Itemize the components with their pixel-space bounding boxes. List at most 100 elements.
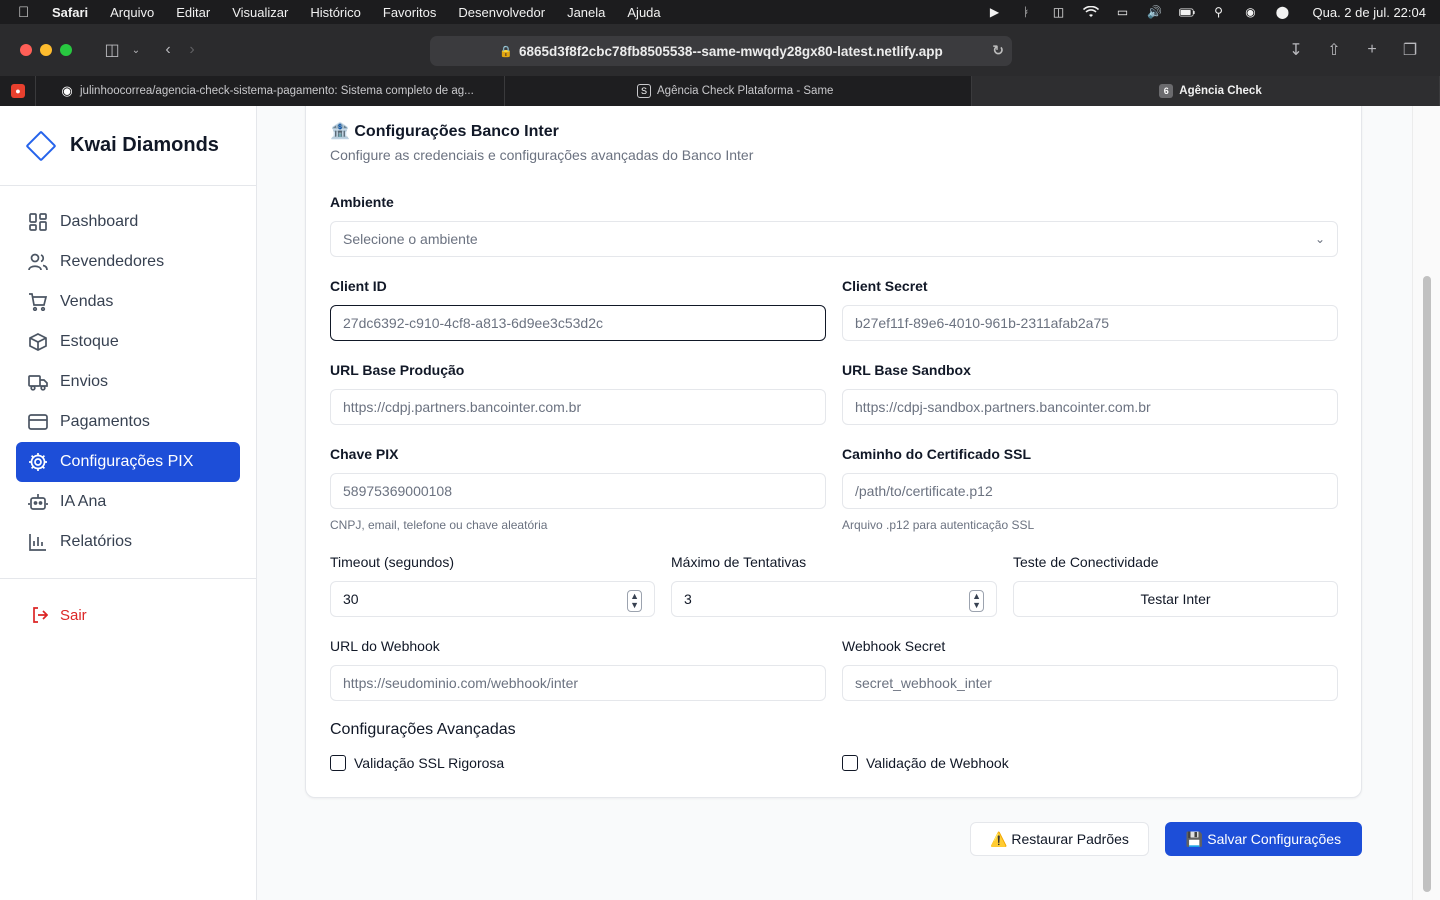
control-center-icon[interactable]: ◉ <box>1243 4 1259 20</box>
toolbar-right-actions: ↧ ⇧ + ❐ <box>1284 38 1422 62</box>
browser-toolbar: ◫ ⌄ ‹ › 🔒 6865d3f8f2cbc78fb8505538--same… <box>0 24 1440 76</box>
same-favicon-icon: S <box>637 84 651 98</box>
page-scrollbar[interactable] <box>1412 106 1440 900</box>
checkbox-box[interactable] <box>842 755 858 771</box>
pix-key-label: Chave PIX <box>330 446 399 462</box>
max-retries-input[interactable]: 3 ▲ ▼ <box>671 581 997 617</box>
volume-icon[interactable]: 🔊 <box>1147 4 1163 20</box>
back-icon[interactable]: ‹ <box>156 38 180 62</box>
sidebar-toggle-icon[interactable]: ◫ <box>100 38 124 62</box>
ambiente-select-placeholder: Selecione o ambiente <box>343 231 478 247</box>
menu-historico[interactable]: Histórico <box>310 5 361 20</box>
tab-overview-icon[interactable]: ❐ <box>1398 38 1422 62</box>
siri-icon[interactable]: ⬤ <box>1275 4 1291 20</box>
logout-label: Sair <box>60 606 87 624</box>
menu-editar[interactable]: Editar <box>176 5 210 20</box>
url-prod-input[interactable]: https://cdpj.partners.bancointer.com.br <box>330 389 826 425</box>
sidebar-item-envios[interactable]: Envios <box>16 362 240 402</box>
menu-desenvolvedor[interactable]: Desenvolvedor <box>458 5 545 20</box>
apple-icon[interactable]:  <box>18 4 34 21</box>
sidebar-item-configuracoes-pix[interactable]: Configurações PIX <box>16 442 240 482</box>
sidebar-item-vendas[interactable]: Vendas <box>16 282 240 322</box>
cart-icon <box>28 292 48 312</box>
restore-defaults-button[interactable]: ⚠️ Restaurar Padrões <box>970 822 1149 856</box>
chevron-down-icon[interactable]: ⌄ <box>124 38 148 62</box>
battery-icon[interactable] <box>1178 4 1195 20</box>
sidebar-item-label: Envios <box>60 373 109 390</box>
sidebar-item-pagamentos[interactable]: Pagamentos <box>16 402 240 442</box>
ssl-strict-checkbox[interactable]: Validação SSL Rigorosa <box>330 755 504 771</box>
menubar-clock[interactable]: Qua. 2 de jul. 22:04 <box>1313 5 1426 20</box>
cert-path-hint: Arquivo .p12 para autenticação SSL <box>842 518 1035 532</box>
address-bar[interactable]: 🔒 6865d3f8f2cbc78fb8505538--same-mwqdy28… <box>430 36 1012 66</box>
max-retries-label: Máximo de Tentativas <box>671 554 807 570</box>
brand: Kwai Diamonds <box>0 106 256 186</box>
menu-visualizar[interactable]: Visualizar <box>232 5 288 20</box>
tab-same-platform[interactable]: S Agência Check Plataforma - Same <box>505 76 972 106</box>
webhook-validation-checkbox[interactable]: Validação de Webhook <box>842 755 1009 771</box>
sidebar-item-dashboard[interactable]: Dashboard <box>16 202 240 242</box>
minimize-window-button[interactable] <box>40 44 52 56</box>
timeout-label: Timeout (segundos) <box>330 554 454 570</box>
client-id-label: Client ID <box>330 278 387 294</box>
save-settings-button[interactable]: 💾 Salvar Configurações <box>1165 822 1362 856</box>
sidebar-item-relatorios[interactable]: Relatórios <box>16 522 240 562</box>
truck-icon <box>28 372 48 392</box>
timeout-input[interactable]: 30 ▲ ▼ <box>330 581 655 617</box>
max-retries-value: 3 <box>684 591 692 607</box>
address-bar-url: 6865d3f8f2cbc78fb8505538--same-mwqdy28gx… <box>519 43 943 59</box>
stepper-icon[interactable]: ▲ ▼ <box>969 590 984 612</box>
spotlight-search-icon[interactable]: ⚲ <box>1211 4 1227 20</box>
stepper-icon[interactable]: ▲ ▼ <box>627 590 642 612</box>
download-icon[interactable]: ↧ <box>1284 38 1308 62</box>
menu-app-safari[interactable]: Safari <box>52 5 88 20</box>
sidebar-item-revendedores[interactable]: Revendedores <box>16 242 240 282</box>
webhook-secret-input[interactable]: secret_webhook_inter <box>842 665 1338 701</box>
sidebar-item-label: Revendedores <box>60 253 165 270</box>
share-icon[interactable]: ⇧ <box>1322 38 1346 62</box>
zoom-window-button[interactable] <box>60 44 72 56</box>
bluetooth-icon[interactable]: ᛓ <box>1019 4 1035 20</box>
diamond-logo-icon <box>25 129 57 162</box>
sidebar-item-label: Dashboard <box>60 213 139 230</box>
card-title: 🏦 Configurações Banco Inter <box>330 123 559 140</box>
menu-arquivo[interactable]: Arquivo <box>110 5 154 20</box>
card-icon <box>28 412 48 432</box>
url-sandbox-input[interactable]: https://cdpj-sandbox.partners.bancointer… <box>842 389 1338 425</box>
tab-agencia-check[interactable]: 6 Agência Check <box>972 76 1440 106</box>
new-tab-icon[interactable]: + <box>1360 38 1384 62</box>
display-icon[interactable]: ▭ <box>1115 4 1131 20</box>
logout-button[interactable]: Sair <box>16 595 240 635</box>
pinned-tab[interactable]: ● <box>0 76 36 106</box>
reload-icon[interactable]: ↻ <box>992 42 1004 59</box>
forward-icon[interactable]: › <box>180 38 204 62</box>
logout-icon <box>32 607 50 623</box>
test-inter-button[interactable]: Testar Inter <box>1013 581 1338 617</box>
menu-favoritos[interactable]: Favoritos <box>383 5 436 20</box>
sidebar-item-estoque[interactable]: Estoque <box>16 322 240 362</box>
wifi-icon[interactable] <box>1082 4 1099 20</box>
app-sidebar: Kwai Diamonds Dashboard Revendedores Ven… <box>0 106 257 900</box>
car-icon[interactable]: ◫ <box>1051 4 1067 20</box>
cert-path-input[interactable]: /path/to/certificate.p12 <box>842 473 1338 509</box>
menu-ajuda[interactable]: Ajuda <box>627 5 660 20</box>
pix-key-input[interactable]: 58975369000108 <box>330 473 826 509</box>
timeout-value: 30 <box>343 591 359 607</box>
url-sandbox-placeholder: https://cdpj-sandbox.partners.bancointer… <box>855 399 1151 415</box>
sidebar-item-label: Configurações PIX <box>60 453 194 470</box>
sidebar-item-label: Vendas <box>60 293 114 310</box>
tab-github[interactable]: ◉ julinhoocorrea/agencia-check-sistema-p… <box>36 76 505 106</box>
client-id-input[interactable]: 27dc6392-c910-4cf8-a813-6d9ee3c53d2c <box>330 305 826 341</box>
webhook-url-input[interactable]: https://seudominio.com/webhook/inter <box>330 665 826 701</box>
menubar-status-area: ▶ ᛓ ◫ ▭ 🔊 ⚲ ◉ ⬤ Qua. 2 de jul. 22:04 <box>987 0 1426 24</box>
checkbox-box[interactable] <box>330 755 346 771</box>
sidebar-item-ia-ana[interactable]: IA Ana <box>16 482 240 522</box>
client-secret-input[interactable]: b27ef11f-89e6-4010-961b-2311afab2a75 <box>842 305 1338 341</box>
scrollbar-thumb[interactable] <box>1423 276 1431 892</box>
ambiente-label: Ambiente <box>330 194 394 210</box>
box-icon <box>28 332 48 352</box>
ambiente-select[interactable]: Selecione o ambiente ⌄ <box>330 221 1338 257</box>
menu-janela[interactable]: Janela <box>567 5 605 20</box>
close-window-button[interactable] <box>20 44 32 56</box>
play-icon[interactable]: ▶ <box>987 4 1003 20</box>
